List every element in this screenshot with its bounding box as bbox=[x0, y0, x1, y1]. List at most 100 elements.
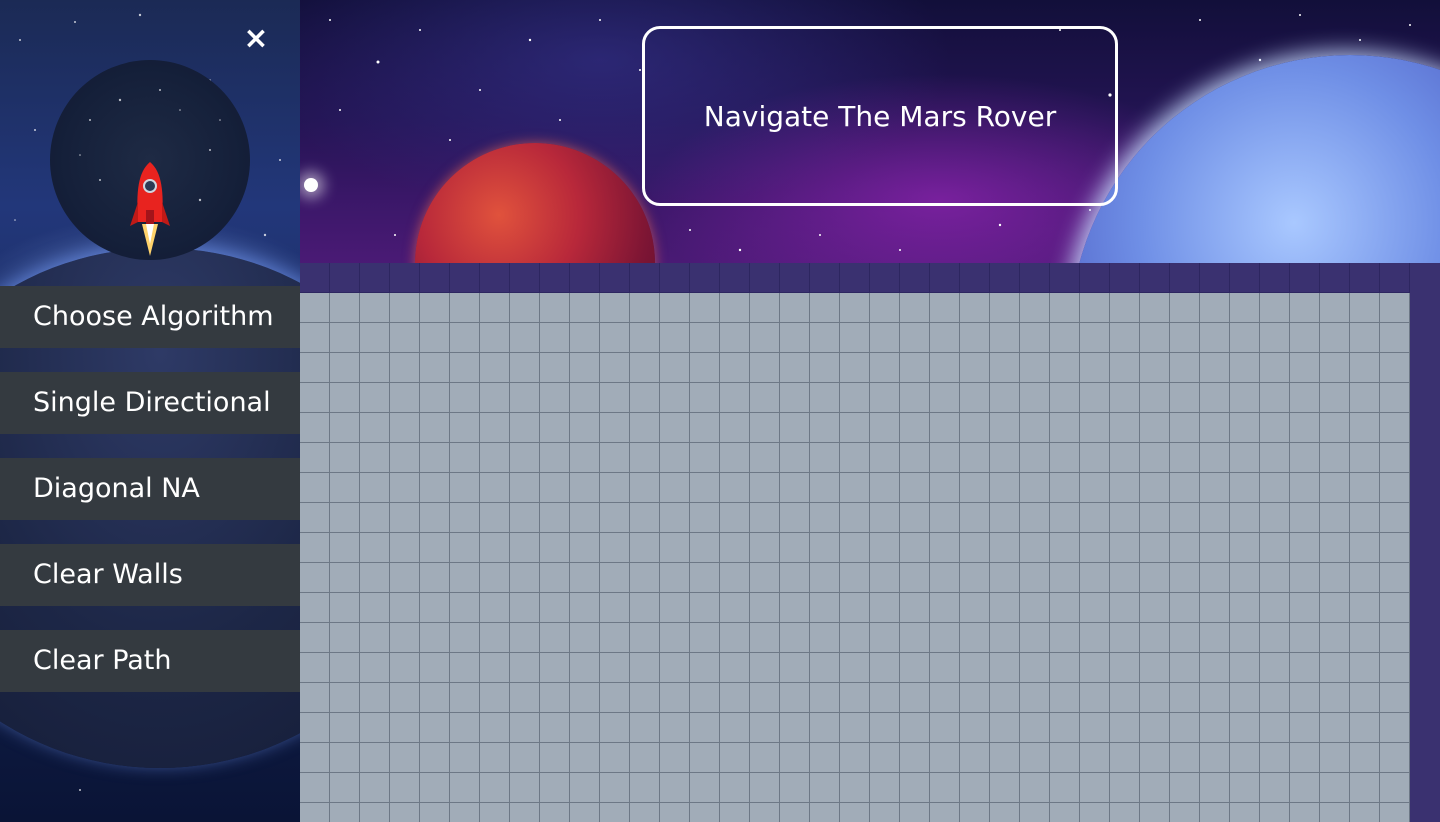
grid-cell[interactable] bbox=[840, 743, 870, 773]
grid-cell[interactable] bbox=[570, 413, 600, 443]
grid-cell[interactable] bbox=[1080, 683, 1110, 713]
grid-cell[interactable] bbox=[1290, 263, 1320, 293]
grid-cell[interactable] bbox=[510, 293, 540, 323]
grid-cell[interactable] bbox=[1290, 773, 1320, 803]
grid-cell[interactable] bbox=[1050, 653, 1080, 683]
grid-cell[interactable] bbox=[900, 623, 930, 653]
grid-cell[interactable] bbox=[810, 653, 840, 683]
grid-cell[interactable] bbox=[840, 653, 870, 683]
grid-cell[interactable] bbox=[570, 533, 600, 563]
grid-cell[interactable] bbox=[720, 563, 750, 593]
grid-cell[interactable] bbox=[690, 563, 720, 593]
grid-cell[interactable] bbox=[330, 323, 360, 353]
grid-cell[interactable] bbox=[510, 593, 540, 623]
grid-cell[interactable] bbox=[990, 293, 1020, 323]
grid-cell[interactable] bbox=[690, 353, 720, 383]
grid-cell[interactable] bbox=[1350, 323, 1380, 353]
grid-cell[interactable] bbox=[750, 623, 780, 653]
grid-cell[interactable] bbox=[870, 293, 900, 323]
grid-cell[interactable] bbox=[1380, 383, 1410, 413]
grid-cell[interactable] bbox=[750, 443, 780, 473]
grid-cell[interactable] bbox=[360, 623, 390, 653]
grid-cell[interactable] bbox=[690, 323, 720, 353]
grid-cell[interactable] bbox=[720, 533, 750, 563]
grid-cell[interactable] bbox=[1140, 653, 1170, 683]
grid-cell[interactable] bbox=[750, 383, 780, 413]
grid-cell[interactable] bbox=[690, 653, 720, 683]
grid-cell[interactable] bbox=[630, 803, 660, 822]
grid-cell[interactable] bbox=[1260, 653, 1290, 683]
grid-cell[interactable] bbox=[780, 443, 810, 473]
grid-cell[interactable] bbox=[900, 263, 930, 293]
grid-cell[interactable] bbox=[900, 293, 930, 323]
grid-cell[interactable] bbox=[690, 713, 720, 743]
grid-cell[interactable] bbox=[300, 443, 330, 473]
grid-cell[interactable] bbox=[510, 473, 540, 503]
grid-cell[interactable] bbox=[1200, 263, 1230, 293]
grid-cell[interactable] bbox=[690, 533, 720, 563]
grid-cell[interactable] bbox=[1050, 803, 1080, 822]
grid-cell[interactable] bbox=[450, 533, 480, 563]
grid-cell[interactable] bbox=[330, 473, 360, 503]
grid-cell[interactable] bbox=[960, 653, 990, 683]
grid-cell[interactable] bbox=[720, 653, 750, 683]
grid-cell[interactable] bbox=[930, 803, 960, 822]
grid-cell[interactable] bbox=[870, 383, 900, 413]
grid-cell[interactable] bbox=[960, 263, 990, 293]
grid-cell[interactable] bbox=[900, 773, 930, 803]
grid-cell[interactable] bbox=[540, 263, 570, 293]
grid-cell[interactable] bbox=[330, 293, 360, 323]
grid-cell[interactable] bbox=[1020, 443, 1050, 473]
grid-cell[interactable] bbox=[630, 563, 660, 593]
grid-cell[interactable] bbox=[540, 743, 570, 773]
grid-cell[interactable] bbox=[960, 473, 990, 503]
grid-cell[interactable] bbox=[390, 803, 420, 822]
grid-cell[interactable] bbox=[870, 503, 900, 533]
grid-cell[interactable] bbox=[1170, 533, 1200, 563]
grid-cell[interactable] bbox=[660, 263, 690, 293]
grid-cell[interactable] bbox=[660, 563, 690, 593]
grid-cell[interactable] bbox=[390, 473, 420, 503]
grid-cell[interactable] bbox=[600, 413, 630, 443]
grid-cell[interactable] bbox=[750, 263, 780, 293]
grid-cell[interactable] bbox=[750, 293, 780, 323]
grid-cell[interactable] bbox=[540, 653, 570, 683]
grid-cell[interactable] bbox=[630, 443, 660, 473]
grid-cell[interactable] bbox=[1140, 803, 1170, 822]
grid-cell[interactable] bbox=[780, 623, 810, 653]
grid-cell[interactable] bbox=[300, 743, 330, 773]
grid-cell[interactable] bbox=[780, 353, 810, 383]
grid-cell[interactable] bbox=[990, 593, 1020, 623]
grid-cell[interactable] bbox=[630, 623, 660, 653]
grid-cell[interactable] bbox=[750, 593, 780, 623]
grid-cell[interactable] bbox=[1320, 413, 1350, 443]
grid-cell[interactable] bbox=[1140, 383, 1170, 413]
grid-cell[interactable] bbox=[540, 623, 570, 653]
grid-cell[interactable] bbox=[1290, 803, 1320, 822]
grid-cell[interactable] bbox=[930, 263, 960, 293]
grid-cell[interactable] bbox=[600, 503, 630, 533]
grid-cell[interactable] bbox=[510, 743, 540, 773]
grid-cell[interactable] bbox=[1380, 563, 1410, 593]
grid-cell[interactable] bbox=[1140, 413, 1170, 443]
grid-cell[interactable] bbox=[780, 653, 810, 683]
grid-cell[interactable] bbox=[300, 383, 330, 413]
grid-cell[interactable] bbox=[1230, 773, 1260, 803]
grid-cell[interactable] bbox=[420, 653, 450, 683]
grid-cell[interactable] bbox=[1380, 623, 1410, 653]
grid-cell[interactable] bbox=[960, 593, 990, 623]
grid-cell[interactable] bbox=[300, 653, 330, 683]
grid-cell[interactable] bbox=[480, 503, 510, 533]
grid-cell[interactable] bbox=[1320, 623, 1350, 653]
grid-cell[interactable] bbox=[720, 413, 750, 443]
grid-cell[interactable] bbox=[900, 803, 930, 822]
grid-cell[interactable] bbox=[630, 323, 660, 353]
grid-cell[interactable] bbox=[480, 353, 510, 383]
grid-cell[interactable] bbox=[930, 563, 960, 593]
grid-cell[interactable] bbox=[1140, 443, 1170, 473]
grid-cell[interactable] bbox=[450, 353, 480, 383]
grid-cell[interactable] bbox=[1200, 473, 1230, 503]
grid-cell[interactable] bbox=[1200, 563, 1230, 593]
grid-cell[interactable] bbox=[1050, 683, 1080, 713]
grid-cell[interactable] bbox=[510, 443, 540, 473]
